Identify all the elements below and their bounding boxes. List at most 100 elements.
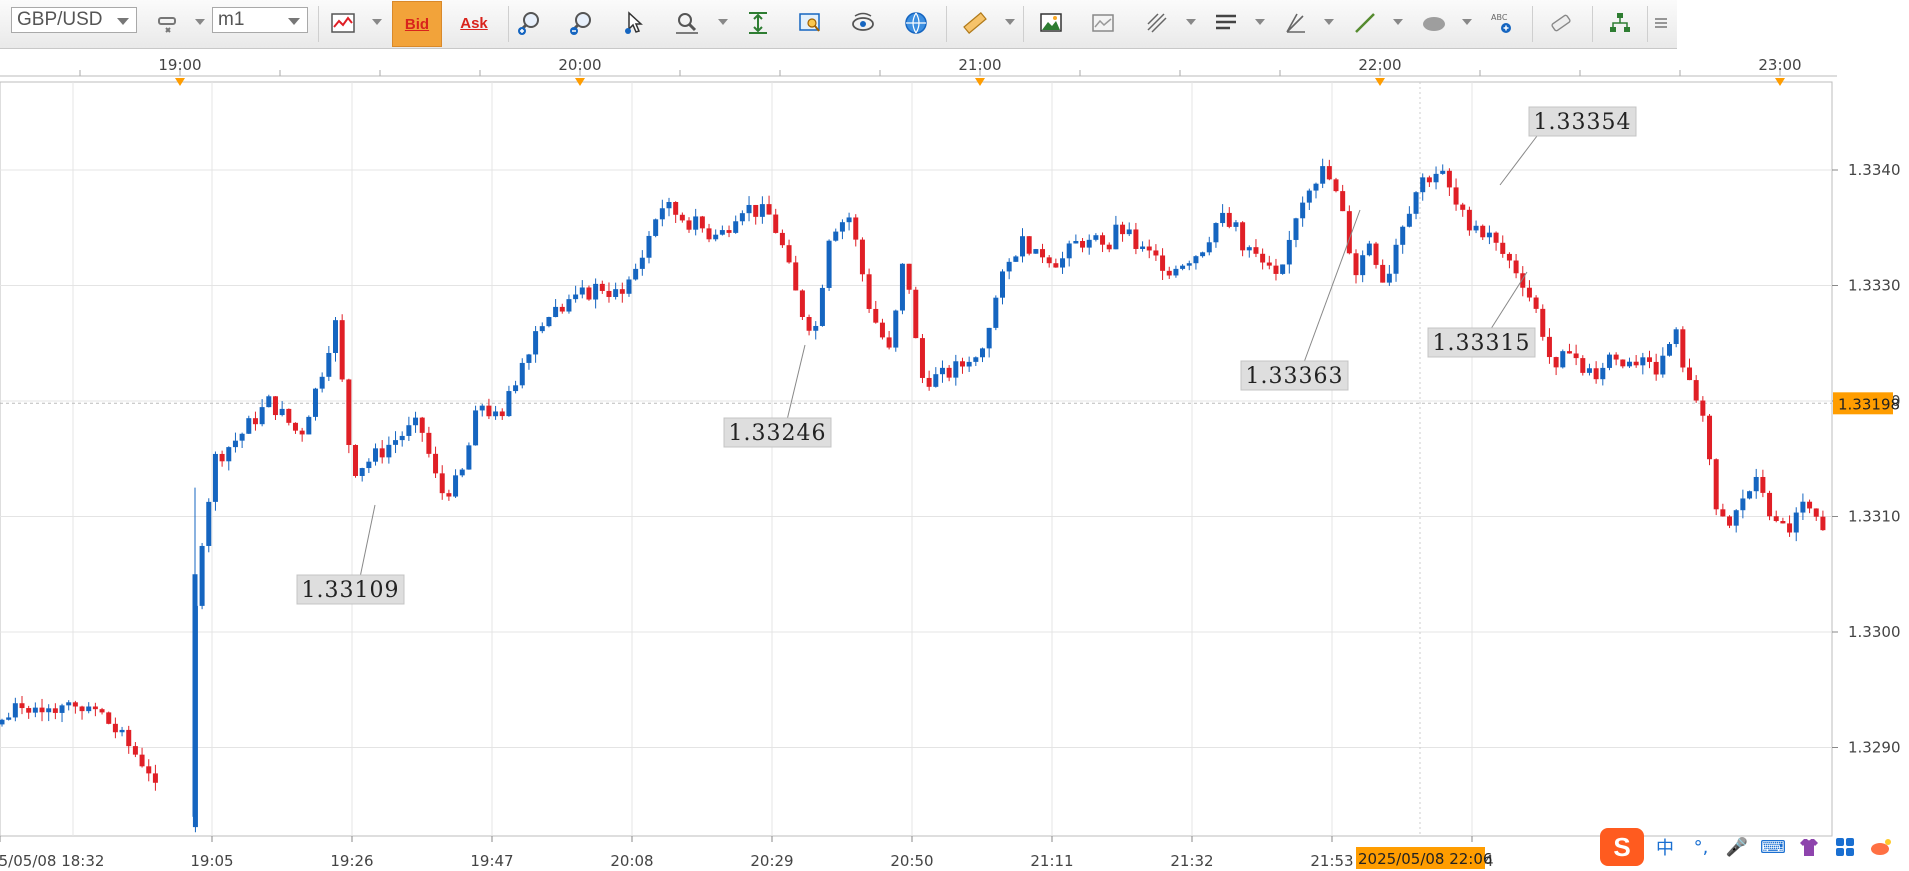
apps-grid-icon[interactable] bbox=[1830, 832, 1860, 862]
candle-body bbox=[272, 396, 278, 416]
candle-body bbox=[899, 263, 905, 311]
microphone-icon[interactable]: 🎤 bbox=[1722, 832, 1752, 862]
candle-body bbox=[1173, 268, 1179, 276]
candle-body bbox=[46, 708, 52, 713]
candle-body bbox=[806, 317, 812, 331]
candle-body bbox=[1046, 257, 1052, 264]
candle-body bbox=[359, 468, 365, 476]
candle-body bbox=[1626, 361, 1632, 367]
candle-body bbox=[346, 379, 352, 445]
candle-body bbox=[1266, 262, 1272, 266]
candle-body bbox=[619, 289, 625, 294]
candle-body bbox=[819, 287, 825, 326]
candle-body bbox=[599, 283, 605, 291]
ime-punctuation-toggle[interactable]: °, bbox=[1686, 832, 1716, 862]
keyboard-icon[interactable]: ⌨ bbox=[1758, 832, 1788, 862]
x-tick-label: 19:47 bbox=[470, 852, 513, 870]
candle-body bbox=[419, 417, 425, 433]
candle-body bbox=[1446, 170, 1452, 188]
candle-body bbox=[1126, 229, 1132, 235]
x-tick-label: 21:53 bbox=[1310, 852, 1353, 870]
crosshair-time-label: 2025/05/08 22:06 bbox=[1358, 850, 1492, 868]
candle-body bbox=[1340, 191, 1346, 212]
candle-body bbox=[433, 453, 439, 474]
kbd-glyph: ⌨ bbox=[1760, 836, 1786, 858]
candle-body bbox=[132, 746, 138, 755]
ime-logo-text: S bbox=[1613, 831, 1631, 862]
candle-body bbox=[646, 235, 652, 258]
candle-body bbox=[1160, 255, 1166, 271]
candle-body bbox=[879, 322, 885, 338]
candle-body bbox=[373, 448, 379, 462]
candle-body bbox=[653, 219, 659, 236]
y-tick-label: 1.3310 bbox=[1848, 508, 1901, 526]
candle-body bbox=[1146, 246, 1152, 251]
candle-body bbox=[739, 213, 745, 222]
candle-body bbox=[59, 705, 65, 713]
candle-body bbox=[1353, 253, 1359, 276]
candle-body bbox=[706, 228, 712, 240]
candle-body bbox=[773, 214, 779, 233]
candle-body bbox=[1440, 170, 1446, 174]
candle-body bbox=[239, 433, 245, 441]
candle-body bbox=[1306, 190, 1312, 203]
candle-body bbox=[319, 376, 325, 389]
candle-body bbox=[1113, 224, 1119, 250]
shirt-icon[interactable] bbox=[1794, 832, 1824, 862]
sogou-logo-icon[interactable]: S bbox=[1600, 828, 1644, 866]
candle-body bbox=[1400, 226, 1406, 245]
plot-area bbox=[0, 81, 1833, 837]
candle-body bbox=[1293, 218, 1299, 240]
candle-body bbox=[1727, 516, 1733, 526]
candle-body bbox=[1513, 260, 1519, 274]
candle-body bbox=[499, 411, 505, 417]
candle-body bbox=[1333, 179, 1339, 192]
candle-body bbox=[1320, 166, 1326, 184]
candle-body bbox=[753, 204, 759, 217]
candle-body bbox=[379, 448, 385, 458]
ime-punct-text: °, bbox=[1693, 836, 1709, 858]
candle-body bbox=[1526, 287, 1532, 298]
skin-icon[interactable] bbox=[1866, 832, 1896, 862]
candle-body bbox=[959, 361, 965, 367]
candle-body bbox=[493, 411, 499, 417]
candle-body bbox=[1013, 256, 1019, 262]
ime-lang-text: 中 bbox=[1656, 838, 1674, 859]
candle-body bbox=[1473, 225, 1479, 231]
candle-body bbox=[353, 444, 359, 476]
price-chart[interactable]: 1.32901.33001.33101.33201.33301.33402025… bbox=[0, 0, 1909, 871]
y-tick-label: 1.3340 bbox=[1848, 161, 1901, 179]
candle-body bbox=[1667, 344, 1672, 356]
ime-toolbar: S 中 °, 🎤 ⌨ bbox=[1600, 828, 1896, 866]
candle-body bbox=[86, 706, 92, 712]
candle-body bbox=[1573, 353, 1579, 359]
candle-body bbox=[1787, 523, 1793, 533]
ime-language-toggle[interactable]: 中 bbox=[1650, 832, 1680, 862]
candle-body bbox=[513, 385, 519, 392]
candle-body bbox=[1693, 380, 1699, 401]
candle-body bbox=[1006, 261, 1012, 272]
candle-body bbox=[139, 754, 145, 767]
candle-body bbox=[326, 352, 332, 377]
candle-body bbox=[1747, 491, 1753, 499]
candle-body bbox=[1453, 187, 1459, 205]
candle-body bbox=[1580, 358, 1586, 373]
candle-body bbox=[666, 202, 672, 209]
candle-body bbox=[1793, 512, 1799, 533]
candle-body bbox=[292, 422, 298, 431]
candle-body bbox=[606, 290, 612, 297]
candle-body bbox=[766, 204, 772, 215]
candle-body bbox=[1813, 508, 1819, 517]
candle-body bbox=[539, 326, 545, 332]
top-time-label: 19:00 bbox=[158, 56, 201, 74]
candle-body bbox=[839, 222, 845, 232]
candle-body bbox=[333, 320, 338, 353]
candle-body bbox=[1233, 222, 1239, 227]
candle-body bbox=[1807, 501, 1813, 509]
candle-body bbox=[506, 391, 512, 417]
candle-body bbox=[152, 773, 158, 783]
candle-body bbox=[1080, 241, 1086, 248]
candle-body bbox=[1313, 183, 1319, 191]
candle-body bbox=[1186, 263, 1192, 266]
candle-body bbox=[1246, 247, 1252, 251]
